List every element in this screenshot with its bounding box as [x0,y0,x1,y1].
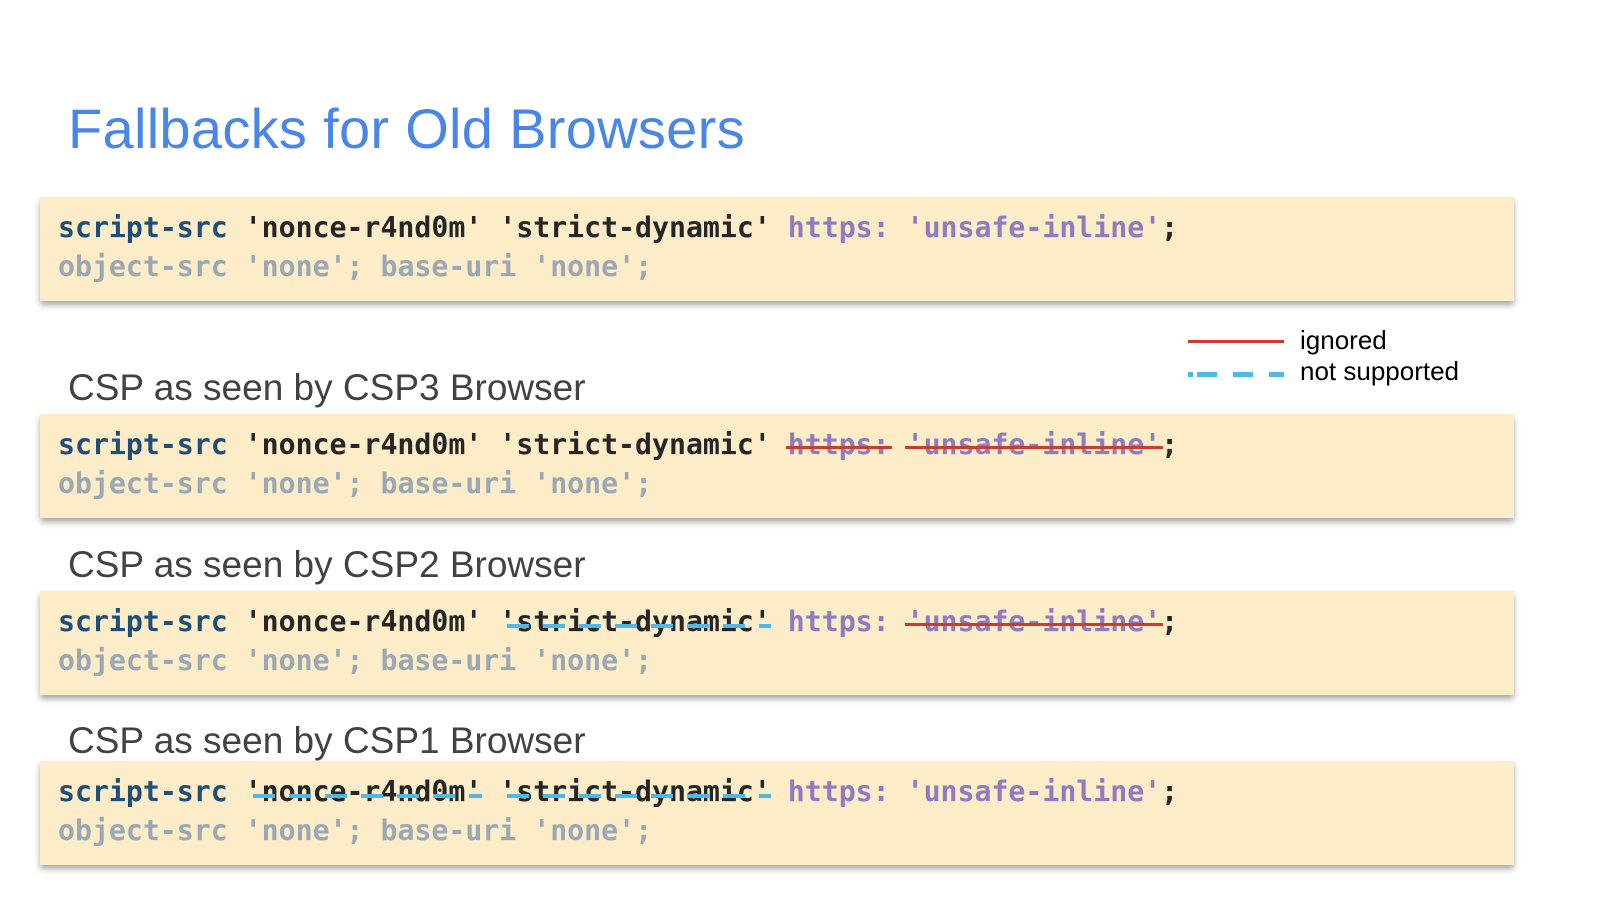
token-nonce: 'nonce-r4nd0m' [244,211,483,244]
token-https: https: [787,605,890,638]
directive-object-src: object-src [58,250,228,283]
directive-script-src: script-src [58,605,228,638]
slide-title: Fallbacks for Old Browsers [68,97,745,160]
legend-label-not-supported: not supported [1300,356,1460,386]
csp1-label: CSP as seen by CSP1 Browser [68,720,586,761]
directive-base-uri: base-uri [380,467,517,500]
token-unsafe-inline: 'unsafe-inline' [906,211,1162,244]
token-unsafe-inline: 'unsafe-inline' [906,775,1162,808]
directive-object-src: object-src [58,814,228,847]
separator: ; [346,814,364,847]
token-unsafe-inline-ignored: 'unsafe-inline' [904,425,1163,464]
directive-object-src: object-src [58,467,228,500]
legend-label-ignored: ignored [1300,325,1387,355]
token-nonce-not-supported: 'nonce-r4nd0m' [245,772,483,811]
token-nonce: 'nonce-r4nd0m' [244,428,483,461]
policy-box-csp2: script-src 'nonce-r4nd0m' 'strict-dynami… [40,591,1514,695]
token-none: 'none' [533,467,636,500]
script-src-line: script-src 'nonce-r4nd0m' 'strict-dynami… [58,425,1514,464]
separator: ; [346,250,364,283]
token-none: 'none' [533,644,636,677]
token-none: 'none' [244,250,347,283]
terminator: ; [1161,211,1179,244]
directive-script-src: script-src [58,775,228,808]
token-none: 'none' [533,814,636,847]
script-src-line: script-src 'nonce-r4nd0m' 'strict-dynami… [58,772,1514,811]
separator: ; [346,467,364,500]
policy-box-original: script-src 'nonce-r4nd0m' 'strict-dynami… [40,197,1514,301]
token-strict-dynamic: 'strict-dynamic' [499,211,771,244]
script-src-line: script-src 'nonce-r4nd0m' 'strict-dynami… [58,602,1514,641]
object-src-line: object-src 'none'; base-uri 'none'; [58,247,1514,286]
object-src-line: object-src 'none'; base-uri 'none'; [58,811,1514,850]
terminator: ; [1161,428,1179,461]
terminator: ; [635,250,653,283]
token-strict-dynamic-not-supported: 'strict-dynamic' [499,772,771,811]
separator: ; [346,644,364,677]
token-none: 'none' [244,467,347,500]
token-unsafe-inline-ignored: 'unsafe-inline' [904,602,1163,641]
token-strict-dynamic-not-supported: 'strict-dynamic' [499,602,771,641]
token-none: 'none' [244,644,347,677]
token-none: 'none' [244,814,347,847]
csp3-label: CSP as seen by CSP3 Browser [68,367,586,408]
object-src-line: object-src 'none'; base-uri 'none'; [58,464,1514,503]
terminator: ; [1161,605,1179,638]
directive-script-src: script-src [58,211,228,244]
directive-base-uri: base-uri [380,814,517,847]
object-src-line: object-src 'none'; base-uri 'none'; [58,641,1514,680]
dashed-line-swatch [1188,372,1284,377]
solid-line-swatch [1188,340,1284,343]
token-none: 'none' [533,250,636,283]
script-src-line: script-src 'nonce-r4nd0m' 'strict-dynami… [58,208,1514,247]
terminator: ; [635,644,653,677]
csp2-label: CSP as seen by CSP2 Browser [68,544,586,585]
terminator: ; [635,467,653,500]
token-https-ignored: https: [785,425,892,464]
token-https: https: [787,775,890,808]
token-https: https: [787,211,890,244]
token-strict-dynamic: 'strict-dynamic' [499,428,771,461]
directive-base-uri: base-uri [380,644,517,677]
directive-object-src: object-src [58,644,228,677]
terminator: ; [1161,775,1179,808]
directive-script-src: script-src [58,428,228,461]
policy-box-csp1: script-src 'nonce-r4nd0m' 'strict-dynami… [40,761,1514,865]
policy-box-csp3: script-src 'nonce-r4nd0m' 'strict-dynami… [40,414,1514,518]
token-nonce: 'nonce-r4nd0m' [244,605,483,638]
directive-base-uri: base-uri [380,250,517,283]
terminator: ; [635,814,653,847]
